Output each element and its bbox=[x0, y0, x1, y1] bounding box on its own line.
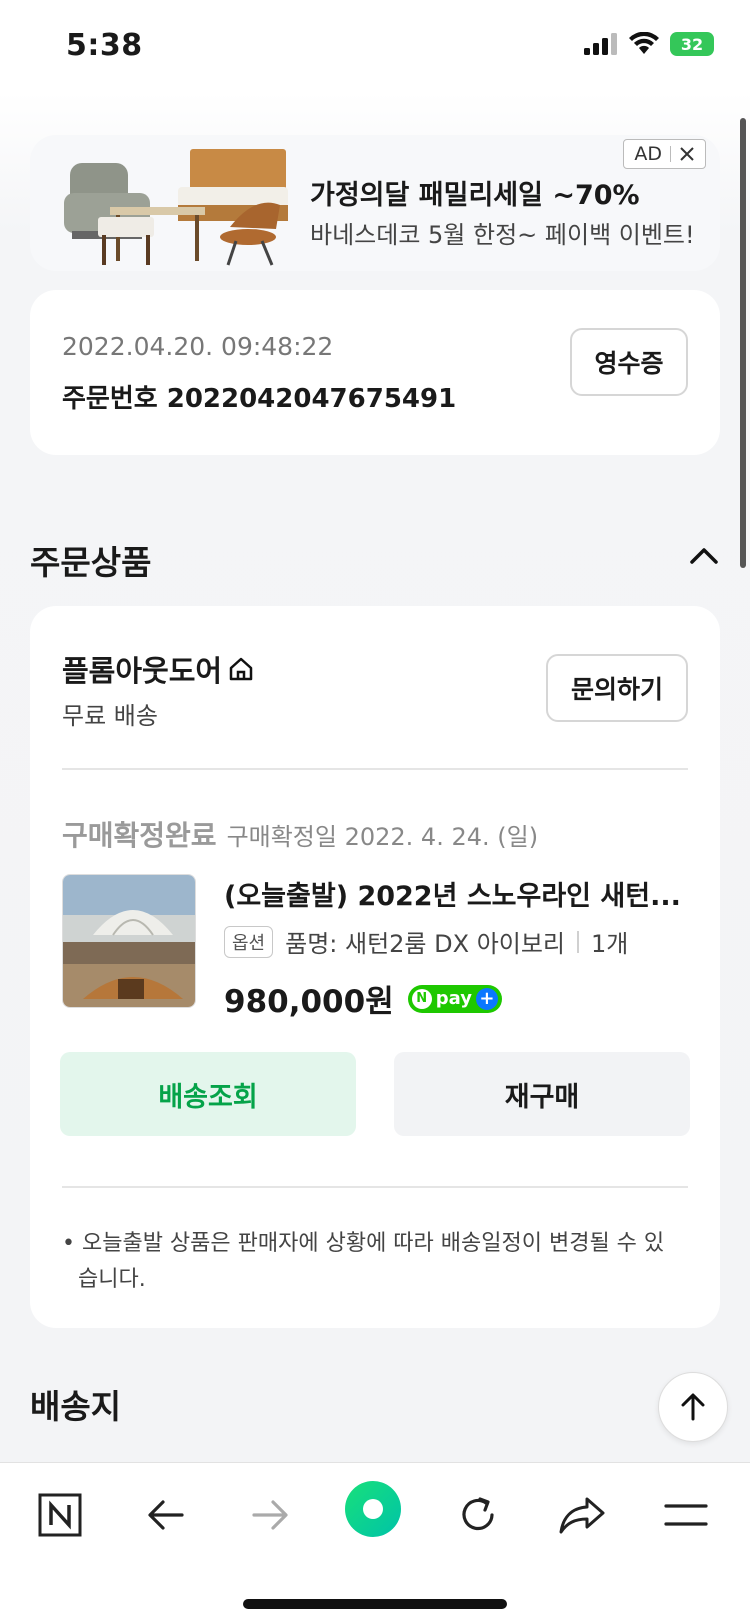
ordered-items-title: 주문상품 bbox=[30, 543, 152, 582]
furniture-ad-image bbox=[64, 149, 288, 266]
seller-name[interactable]: 플롬아웃도어 bbox=[62, 648, 254, 690]
hamburger-menu-icon bbox=[664, 1504, 708, 1526]
receipt-button[interactable]: 영수증 bbox=[570, 328, 688, 396]
plus-icon: + bbox=[475, 987, 498, 1010]
ad-badge-separator bbox=[670, 146, 671, 162]
purchase-status: 구매확정완료 구매확정일 2022. 4. 24. (일) bbox=[62, 814, 538, 854]
purchase-status-label: 구매확정완료 bbox=[62, 819, 217, 852]
cellular-signal-icon bbox=[584, 33, 617, 55]
naver-logo-icon bbox=[38, 1493, 82, 1537]
battery-indicator: 32 bbox=[670, 32, 714, 56]
wifi-icon bbox=[629, 32, 659, 54]
forward-button[interactable] bbox=[240, 1485, 300, 1545]
divider bbox=[62, 1186, 688, 1188]
order-number: 주문번호 2022042047675491 bbox=[62, 384, 457, 414]
shipping-address-title: 배송지 bbox=[30, 1387, 122, 1426]
arrow-left-icon bbox=[148, 1500, 184, 1530]
seller-name-label[interactable]: 플롬아웃도어 bbox=[62, 648, 222, 690]
scrollbar[interactable] bbox=[740, 118, 746, 568]
reload-button[interactable] bbox=[448, 1485, 508, 1545]
order-info-card: 2022.04.20. 09:48:22 주문번호 20220420476754… bbox=[30, 290, 720, 455]
npay-label: pay bbox=[435, 988, 472, 1009]
arrow-right-icon bbox=[252, 1500, 288, 1530]
status-time: 5:38 bbox=[66, 28, 143, 63]
home-indicator bbox=[243, 1599, 507, 1609]
status-bar: 5:38 32 bbox=[0, 0, 750, 92]
option-text: 품명: 새턴2룸 DX 아이보리 bbox=[285, 930, 566, 958]
close-icon[interactable] bbox=[679, 146, 695, 162]
price-row: 980,000원 N pay + bbox=[224, 976, 502, 1021]
naver-n-icon: N bbox=[411, 988, 432, 1009]
quantity: 1개 bbox=[591, 930, 629, 958]
ad-banner[interactable]: 가정의달 패밀리세일 ~70% 바네스데코 5월 한정~ 페이백 이벤트! AD bbox=[30, 135, 720, 271]
refresh-icon bbox=[462, 1497, 494, 1531]
scroll-to-top-button[interactable] bbox=[658, 1372, 728, 1442]
shipping-fee: 무료 배송 bbox=[62, 702, 158, 730]
status-icons: 32 bbox=[584, 32, 714, 56]
product-thumbnail[interactable] bbox=[62, 874, 196, 1008]
store-home-icon[interactable] bbox=[228, 656, 254, 682]
inquiry-button[interactable]: 문의하기 bbox=[546, 654, 688, 722]
ad-title[interactable]: 가정의달 패밀리세일 ~70% bbox=[310, 173, 640, 212]
menu-button[interactable] bbox=[656, 1485, 716, 1545]
option-separator bbox=[577, 930, 580, 953]
ordered-product-card: 플롬아웃도어 무료 배송 문의하기 구매확정완료 구매확정일 2022. 4. 2… bbox=[30, 606, 720, 1328]
back-button[interactable] bbox=[136, 1485, 196, 1545]
arrow-up-icon bbox=[681, 1393, 705, 1421]
option-badge: 옵션 bbox=[224, 925, 274, 958]
ad-badge[interactable]: AD bbox=[623, 139, 706, 169]
ad-subtitle[interactable]: 바네스데코 5월 한정~ 페이백 이벤트! bbox=[310, 215, 695, 250]
order-datetime: 2022.04.20. 09:48:22 bbox=[62, 332, 334, 361]
rebuy-button[interactable]: 재구매 bbox=[394, 1052, 690, 1136]
ad-label: AD bbox=[634, 143, 662, 165]
purchase-confirm-date: 구매확정일 2022. 4. 24. (일) bbox=[226, 823, 539, 851]
product-option: 옵션 품명: 새턴2룸 DX 아이보리 1개 bbox=[224, 924, 628, 959]
green-dot-icon bbox=[345, 1481, 401, 1537]
tent-product-image bbox=[63, 875, 195, 1007]
chevron-up-icon[interactable] bbox=[688, 540, 720, 572]
green-dot-button[interactable] bbox=[343, 1479, 403, 1539]
npay-plus-badge: N pay + bbox=[407, 984, 502, 1013]
naver-home-button[interactable] bbox=[30, 1485, 90, 1545]
shipping-notice: • 오늘출발 상품은 판매자에 상황에 따라 배송일정이 변경될 수 있습니다. bbox=[62, 1231, 665, 1292]
product-title[interactable]: (오늘출발) 2022년 스노우라인 새턴... bbox=[224, 874, 684, 913]
share-arrow-icon bbox=[559, 1497, 605, 1534]
product-price: 980,000원 bbox=[224, 984, 394, 1020]
share-button[interactable] bbox=[552, 1485, 612, 1545]
track-delivery-button[interactable]: 배송조회 bbox=[60, 1052, 356, 1136]
divider bbox=[62, 768, 688, 770]
battery-level: 32 bbox=[680, 34, 704, 54]
